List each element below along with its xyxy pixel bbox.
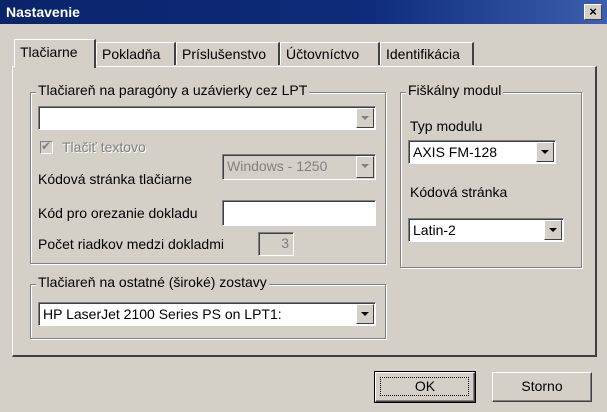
tab-label: Príslušenstvo <box>182 46 267 62</box>
module-type-select[interactable]: AXIS FM-128 <box>408 140 556 164</box>
chevron-down-icon[interactable] <box>544 220 562 240</box>
chevron-down-icon[interactable] <box>356 304 374 324</box>
chevron-down-icon[interactable] <box>536 142 554 162</box>
tab-prislusenstvo[interactable]: Príslušenstvo <box>176 42 280 65</box>
cancel-button[interactable]: Storno <box>492 372 592 402</box>
tab-label: Tlačiarne <box>20 44 78 60</box>
cut-code-label: Kód pro orezanie dokladu <box>38 205 198 221</box>
codepage-printer-select[interactable]: Windows - 1250 <box>222 154 376 180</box>
print-text-checkbox[interactable] <box>40 139 53 154</box>
lpt-printer-select[interactable] <box>38 106 376 130</box>
lines-between-label: Počet riadkov medzi dokladmi <box>38 236 224 252</box>
tab-label: Pokladňa <box>102 46 161 62</box>
chevron-down-icon[interactable] <box>356 108 374 128</box>
lines-between-input[interactable]: 3 <box>258 232 294 256</box>
fiscal-codepage-label: Kódová stránka <box>410 184 508 200</box>
tab-pokladna[interactable]: Pokladňa <box>96 42 176 65</box>
lpt-printer-legend: Tlačiareň na paragóny a uzávierky cez LP… <box>36 82 310 98</box>
close-button[interactable]: × <box>584 4 602 20</box>
tab-tlaciarne[interactable]: Tlačiarne <box>14 39 96 68</box>
tab-uctovnictvo[interactable]: Účtovníctvo <box>280 42 380 65</box>
focus-rect <box>380 377 469 396</box>
ok-button[interactable]: OK <box>374 371 476 403</box>
module-type-label: Typ modulu <box>410 118 483 134</box>
cancel-label: Storno <box>521 378 563 394</box>
print-text-label: Tlačiť textovo <box>62 139 146 155</box>
tab-label: Identifikácia <box>386 46 460 62</box>
title-bar[interactable]: Nastavenie × <box>0 0 607 24</box>
fiscal-module-legend: Fiškálny modul <box>406 82 504 98</box>
codepage-printer-value: Windows - 1250 <box>227 158 328 174</box>
wide-printer-select[interactable]: HP LaserJet 2100 Series PS on LPT1: <box>38 302 376 326</box>
window-title: Nastavenie <box>6 4 80 20</box>
module-type-value: AXIS FM-128 <box>413 144 498 160</box>
fiscal-codepage-value: Latin-2 <box>413 222 456 238</box>
codepage-printer-label: Kódová stránka tlačiarne <box>38 171 193 187</box>
chevron-down-icon[interactable] <box>356 156 374 178</box>
wide-printer-legend: Tlačiareň na ostatné (široké) zostavy <box>36 274 269 290</box>
close-icon: × <box>589 4 597 19</box>
cut-code-input[interactable] <box>222 200 376 226</box>
fiscal-codepage-select[interactable]: Latin-2 <box>408 218 564 242</box>
wide-printer-value: HP LaserJet 2100 Series PS on LPT1: <box>43 306 282 322</box>
tab-identifikacia[interactable]: Identifikácia <box>380 42 474 65</box>
tab-label: Účtovníctvo <box>286 46 360 62</box>
